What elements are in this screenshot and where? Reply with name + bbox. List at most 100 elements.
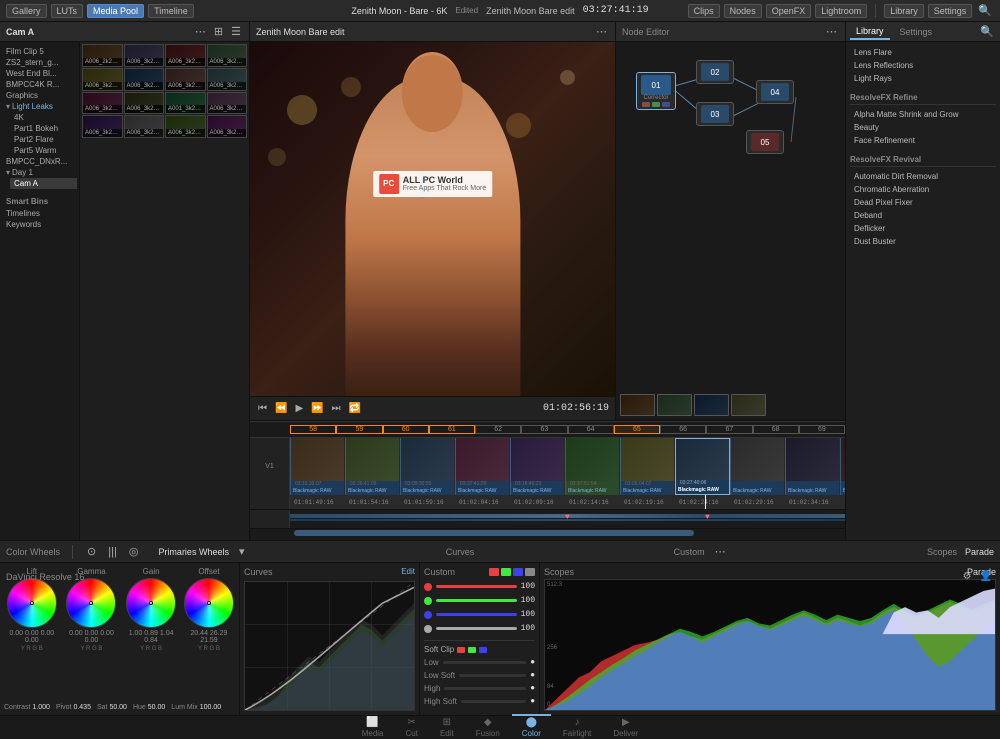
nav-media[interactable]: ⬜ Media	[352, 714, 394, 739]
swatch-g[interactable]	[501, 568, 511, 576]
step-back-icon[interactable]: ⏪	[273, 403, 289, 414]
folder-item[interactable]: Film Clip 5	[2, 46, 77, 57]
keyframe-track-content[interactable]: ♥ ♥	[290, 510, 845, 528]
folder-item[interactable]: ZS2_stern_g...	[2, 57, 77, 68]
loop-icon[interactable]: 🔁	[347, 403, 363, 414]
low-soft-progress[interactable]	[459, 674, 526, 677]
library-tab-button[interactable]: Library	[884, 4, 924, 18]
media-pool-button[interactable]: Media Pool	[87, 4, 144, 18]
timeline-clip[interactable]: Blackmagic RAW	[785, 438, 840, 495]
thumb-item[interactable]: A006_3k250...	[82, 92, 123, 115]
soft-clip-b[interactable]	[479, 647, 487, 653]
progress-b[interactable]	[436, 613, 517, 616]
folder-item-flare[interactable]: Part2 Flare	[10, 134, 77, 145]
ruler-content[interactable]: 01:01:49:16 01:01:54:16 01:01:59:16 01:0…	[290, 495, 845, 509]
timeline-clip[interactable]: Blackmagic RAW 03:16:33:07	[290, 438, 345, 495]
search-icon[interactable]: 🔍	[976, 4, 994, 17]
folder-item-warm[interactable]: Part5 Warm	[10, 145, 77, 156]
custom-options-icon[interactable]: ⋯	[713, 545, 728, 558]
timeline-clip[interactable]: Blackmagic RAW	[730, 438, 785, 495]
folder-item-4k[interactable]: 4K	[10, 112, 77, 123]
soft-clip-r[interactable]	[457, 647, 465, 653]
color-wheel-gain[interactable]	[126, 578, 176, 628]
timeline-clip[interactable]: Blackmagic RAW 03:37:41:20	[455, 438, 510, 495]
progress-r[interactable]	[436, 585, 517, 588]
primaries-dropdown-icon[interactable]: ▾	[237, 545, 247, 558]
library-tab[interactable]: Library	[850, 24, 890, 40]
nav-edit[interactable]: ⊞ Edit	[430, 714, 464, 739]
progress-w[interactable]	[436, 627, 517, 630]
media-pool-list-icon[interactable]: ☰	[229, 25, 243, 38]
clips-button[interactable]: Clips	[688, 4, 720, 18]
lib-item-alpha-matte[interactable]: Alpha Matte Shrink and Grow	[850, 108, 996, 121]
thumb-item[interactable]: A006_3k260...	[82, 115, 123, 138]
folder-item-day1[interactable]: ▾Day 1	[2, 167, 77, 178]
folder-item-light-leaks[interactable]: ▾Light Leaks	[2, 101, 77, 112]
thumb-item[interactable]: A006_3k240...	[207, 68, 248, 91]
folder-item-keywords[interactable]: Keywords	[2, 219, 77, 230]
thumb-item[interactable]: A006_3k240...	[82, 68, 123, 91]
progress-g[interactable]	[436, 599, 517, 602]
folder-item[interactable]: West End Bl...	[2, 68, 77, 79]
lightroom-button[interactable]: Lightroom	[815, 4, 867, 18]
node-canvas[interactable]: 01 Corrector 02 03	[616, 42, 845, 420]
thumb-item[interactable]: A006_3k240...	[165, 115, 206, 138]
thumb-item[interactable]: A001_3k240...	[165, 92, 206, 115]
thumb-item[interactable]: A006_3k250...	[124, 68, 165, 91]
timeline-clip[interactable]: Blackmagic RAW 03:09:30:55	[400, 438, 455, 495]
nav-color[interactable]: ⬤ Color	[512, 714, 551, 739]
scroll-bar[interactable]	[294, 530, 694, 536]
swatch-w[interactable]	[525, 568, 535, 576]
node-05[interactable]: 05	[746, 130, 784, 154]
timeline-clip-active[interactable]: Blackmagic RAW 03:27:40:06	[675, 438, 730, 495]
lib-item-lens-flare[interactable]: Lens Flare	[850, 46, 996, 59]
node-01[interactable]: 01 Corrector	[636, 72, 676, 110]
step-forward-icon[interactable]: ⏩	[309, 403, 325, 414]
gallery-button[interactable]: Gallery	[6, 4, 47, 18]
lib-item-lens-reflections[interactable]: Lens Reflections	[850, 59, 996, 72]
color-wheel-lift[interactable]	[7, 578, 57, 628]
playhead[interactable]	[705, 495, 706, 509]
swatch-r[interactable]	[489, 568, 499, 576]
thumb-item[interactable]: A006_3k260...	[165, 44, 206, 67]
node-03[interactable]: 03	[696, 102, 734, 126]
wheel-bars-icon[interactable]: |||	[106, 546, 119, 558]
curves-canvas[interactable]	[244, 581, 415, 711]
lib-item-chromatic[interactable]: Chromatic Aberration	[850, 183, 996, 196]
curves-edit-btn[interactable]: Edit	[401, 567, 415, 577]
folder-item-bokeh[interactable]: Part1 Bokeh	[10, 123, 77, 134]
nav-fairlight[interactable]: ♪ Fairlight	[553, 714, 601, 739]
thumb-item[interactable]: A006_3k240...	[207, 92, 248, 115]
play-back-icon[interactable]: ⏮	[256, 403, 269, 414]
swatch-b[interactable]	[513, 568, 523, 576]
bottom-user-icon[interactable]: 👤	[978, 571, 994, 582]
thumb-item[interactable]: A006_3k250...	[207, 115, 248, 138]
node-02[interactable]: 02	[696, 60, 734, 84]
bottom-settings-icon[interactable]: ⚙	[961, 571, 974, 582]
thumb-item[interactable]: A006_2k240...	[82, 44, 123, 67]
play-end-icon[interactable]: ⏭	[330, 403, 343, 414]
lib-item-light-rays[interactable]: Light Rays	[850, 72, 996, 85]
timeline-track[interactable]: Blackmagic RAW 03:16:33:07 Blackmagic RA…	[290, 438, 845, 495]
lib-item-deband[interactable]: Deband	[850, 209, 996, 222]
settings-tab[interactable]: Settings	[894, 25, 939, 39]
timeline-button[interactable]: Timeline	[148, 4, 194, 18]
folder-item-bmpcc[interactable]: BMPCC_DNxR...	[2, 156, 77, 167]
high-progress[interactable]	[444, 687, 526, 690]
thumb-item[interactable]: A006_3k250...	[124, 44, 165, 67]
timeline-clip[interactable]: Blackmagic RAW 03:26:41:09	[345, 438, 400, 495]
thumb-item[interactable]: A006_3k250...	[124, 92, 165, 115]
wheel-rings-icon[interactable]: ◎	[127, 545, 141, 558]
timeline-clip[interactable]: Blackmagic RAW 03:16:46:23	[510, 438, 565, 495]
wheel-dot-lift[interactable]	[30, 601, 34, 605]
lib-item-dead-pixel[interactable]: Dead Pixel Fixer	[850, 196, 996, 209]
thumb-item[interactable]: A006_3k270...	[165, 68, 206, 91]
thumb-item[interactable]: A006_3k240...	[207, 44, 248, 67]
play-icon[interactable]: ▶	[293, 403, 305, 414]
timeline-clip[interactable]: Blackmagic RAW 03:37:51:54	[565, 438, 620, 495]
timeline-clip[interactable]: Blackmagic RAW	[840, 438, 845, 495]
viewer-options-icon[interactable]: ⋯	[594, 25, 609, 38]
timeline-clip[interactable]: Blackmagic RAW 03:05:04:07	[620, 438, 675, 495]
lib-item-dirt-removal[interactable]: Automatic Dirt Removal	[850, 170, 996, 183]
wheel-dot-offset[interactable]	[207, 601, 211, 605]
